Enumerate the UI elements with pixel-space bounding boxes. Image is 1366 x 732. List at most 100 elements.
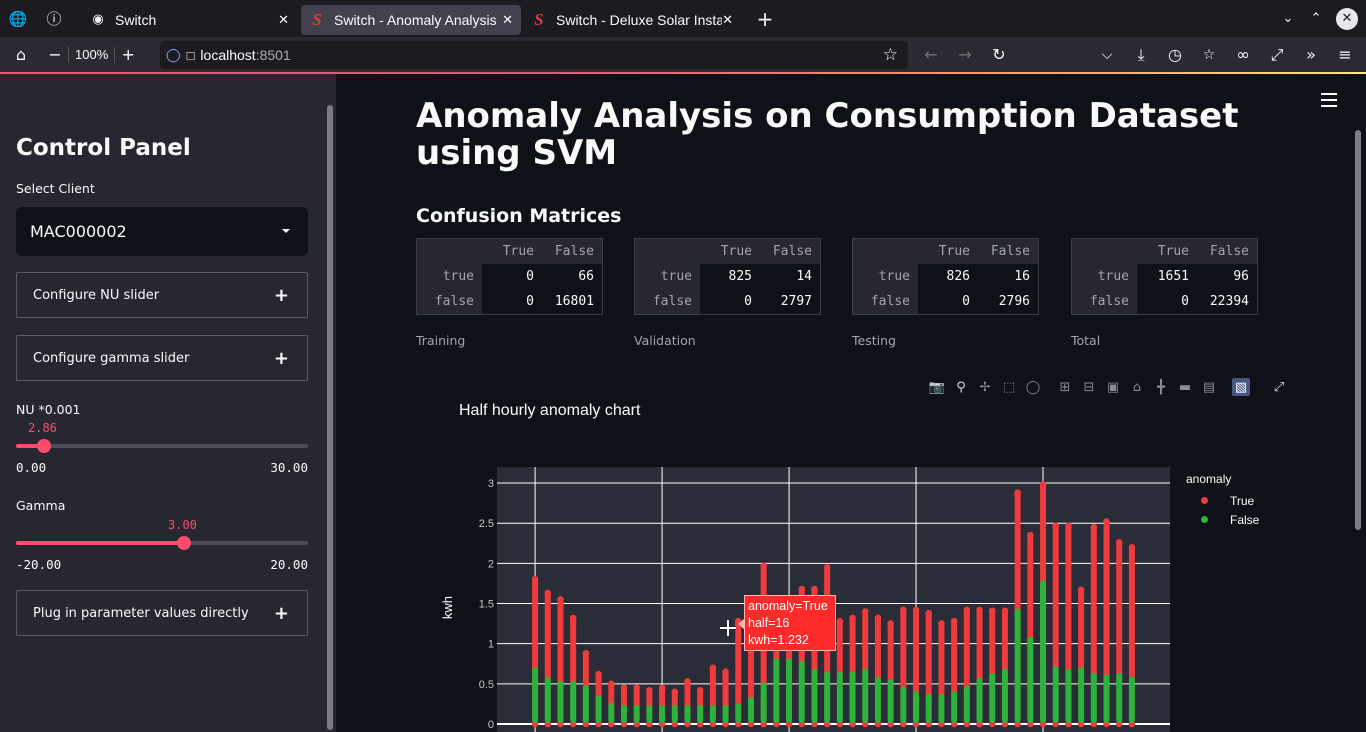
expander-label: Configure NU slider bbox=[33, 287, 160, 303]
column-header: False bbox=[772, 244, 812, 259]
legend-marker bbox=[1201, 516, 1208, 523]
fullscreen-icon[interactable]: ⤢ bbox=[1260, 37, 1294, 72]
anomaly-point bbox=[569, 614, 577, 622]
client-select[interactable]: MAC000002 bbox=[16, 207, 308, 256]
zoom-out-icon[interactable]: ⊟ bbox=[1080, 378, 1098, 396]
bookmarks-icon[interactable]: ☆ bbox=[1192, 37, 1226, 72]
configure-nu-expander[interactable]: Configure NU slider + bbox=[16, 272, 308, 318]
main-scrollbar[interactable] bbox=[1355, 130, 1361, 530]
hover-compare-icon[interactable]: ▤ bbox=[1200, 378, 1218, 396]
home-icon[interactable]: ⌂ bbox=[0, 37, 42, 72]
zoom-level[interactable]: 100% bbox=[68, 46, 116, 63]
url-bar[interactable]: ◯ □ localhost:8501 ☆ bbox=[160, 41, 908, 69]
sidebar-scrollbar[interactable] bbox=[327, 105, 333, 730]
legend-item-false[interactable]: False bbox=[1186, 510, 1259, 529]
hover-closest-icon[interactable]: ▬ bbox=[1176, 378, 1194, 396]
extension-icon[interactable]: ∞ bbox=[1226, 37, 1260, 72]
close-tab-icon[interactable]: ✕ bbox=[502, 12, 513, 28]
download-icon[interactable]: ⤓ bbox=[1124, 37, 1158, 72]
legend-title: anomaly bbox=[1186, 472, 1232, 486]
anomaly-scatter-plot[interactable]: 0 0.5 1 1.5 2 2.5 3 kwh bbox=[420, 440, 1180, 732]
history-icon[interactable]: ◷ bbox=[1158, 37, 1192, 72]
close-tab-icon[interactable]: ✕ bbox=[278, 12, 289, 28]
plus-icon: + bbox=[273, 284, 289, 306]
sidebar-title: Control Panel bbox=[16, 135, 191, 161]
nu-slider-thumb[interactable] bbox=[36, 439, 51, 453]
nu-slider[interactable] bbox=[16, 439, 308, 453]
anomaly-point bbox=[938, 620, 945, 627]
gamma-slider-thumb[interactable] bbox=[176, 536, 191, 550]
anomaly-point bbox=[988, 607, 996, 615]
gamma-slider-fill bbox=[16, 541, 184, 545]
anomaly-point bbox=[1039, 481, 1047, 488]
anomaly-point bbox=[836, 617, 844, 625]
table-cell: 0 bbox=[482, 264, 542, 289]
table-cell: 0 bbox=[482, 289, 542, 314]
anomaly-point bbox=[620, 684, 628, 692]
minimize-icon[interactable]: ⌃ bbox=[1302, 11, 1330, 26]
table-cell: 66 bbox=[542, 264, 602, 289]
anomaly-point bbox=[1014, 489, 1021, 496]
new-tab-button[interactable]: + bbox=[749, 7, 781, 31]
globe-icon[interactable]: 🌐 bbox=[0, 0, 36, 37]
row-header: true bbox=[660, 269, 692, 284]
gamma-slider[interactable] bbox=[16, 536, 308, 550]
anomaly-point bbox=[849, 614, 856, 622]
bookmark-star-icon[interactable]: ☆ bbox=[883, 45, 898, 65]
overflow-menu-icon[interactable]: » bbox=[1294, 37, 1328, 72]
anomaly-point bbox=[950, 617, 958, 625]
list-tabs-icon[interactable]: ⌄ bbox=[1274, 11, 1302, 26]
box-select-icon[interactable]: ⬚ bbox=[1000, 378, 1018, 396]
autoscale-icon[interactable]: ▣ bbox=[1104, 378, 1122, 396]
reload-icon[interactable]: ↻ bbox=[982, 37, 1016, 72]
anomaly-point bbox=[582, 650, 590, 657]
legend-item-true[interactable]: True bbox=[1186, 491, 1259, 510]
fullscreen-chart-icon[interactable]: ⤢ bbox=[1270, 378, 1288, 396]
row-header: false bbox=[1089, 294, 1129, 309]
plus-icon: + bbox=[273, 602, 289, 624]
tab-deluxe-solar[interactable]: S Switch - Deluxe Solar Insta ✕ bbox=[523, 5, 741, 35]
tab-title: Switch - Deluxe Solar Insta bbox=[556, 11, 725, 28]
camera-icon[interactable]: 📷 bbox=[928, 378, 946, 396]
app-menu-icon[interactable]: ≡ bbox=[1328, 37, 1362, 72]
plus-icon: + bbox=[273, 347, 289, 369]
spike-lines-icon[interactable]: ╋ bbox=[1152, 378, 1170, 396]
anomaly-point bbox=[646, 686, 653, 694]
direct-parameters-expander[interactable]: Plug in parameter values directly + bbox=[16, 590, 308, 636]
tooltip-line: half=16 bbox=[748, 616, 790, 630]
close-tab-icon[interactable]: ✕ bbox=[722, 11, 733, 28]
chart-legend: anomaly True False bbox=[1186, 472, 1259, 529]
info-icon[interactable]: ⓘ bbox=[36, 0, 72, 37]
zoom-icon[interactable]: ⚲ bbox=[952, 378, 970, 396]
zoom-in-button[interactable]: + bbox=[115, 37, 141, 72]
configure-gamma-expander[interactable]: Configure gamma slider + bbox=[16, 335, 308, 381]
nu-slider-max: 30.00 bbox=[270, 460, 308, 475]
shield-icon[interactable]: ◯ bbox=[166, 47, 181, 63]
reset-axes-icon[interactable]: ⌂ bbox=[1128, 378, 1146, 396]
tooltip-line: anomaly=True bbox=[748, 599, 828, 613]
zoom-out-button[interactable]: − bbox=[42, 37, 68, 72]
forward-icon[interactable]: → bbox=[948, 37, 982, 72]
gamma-slider-value: 3.00 bbox=[168, 518, 197, 532]
table-cell: 16801 bbox=[542, 289, 602, 314]
chart-title: Half hourly anomaly chart bbox=[459, 402, 641, 419]
pan-icon[interactable]: ✢ bbox=[976, 378, 994, 396]
y-axis-label: kwh bbox=[440, 596, 455, 619]
select-client-label: Select Client bbox=[16, 181, 95, 196]
tab-anomaly-analysis[interactable]: S Switch - Anomaly Analysis ✕ bbox=[301, 4, 521, 35]
tab-switch[interactable]: ◉ Switch ✕ bbox=[82, 5, 297, 35]
table-cell: 0 bbox=[1137, 289, 1197, 314]
expander-label: Configure gamma slider bbox=[33, 350, 190, 366]
back-icon[interactable]: ← bbox=[914, 37, 948, 72]
anomaly-point bbox=[1052, 522, 1060, 529]
zoom-in-icon[interactable]: ⊞ bbox=[1056, 378, 1074, 396]
lasso-icon[interactable]: ◯ bbox=[1024, 378, 1042, 396]
pocket-icon[interactable]: ⌵ bbox=[1090, 37, 1124, 72]
main-menu-icon[interactable] bbox=[1321, 93, 1337, 109]
window-close-button[interactable]: ✕ bbox=[1336, 7, 1358, 30]
plotly-logo-icon[interactable]: ▧ bbox=[1232, 378, 1250, 396]
table-cell: 2796 bbox=[978, 289, 1038, 314]
page-icon: □ bbox=[186, 47, 195, 63]
url-port: :8501 bbox=[255, 47, 291, 63]
legend-marker bbox=[1201, 497, 1208, 504]
